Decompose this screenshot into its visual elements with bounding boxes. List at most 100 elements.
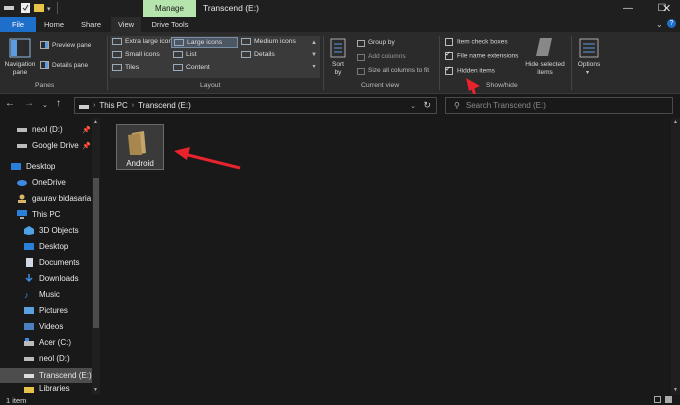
small-icons-icon <box>112 51 122 58</box>
sidebar-item-desktop[interactable]: Desktop <box>0 239 92 254</box>
scroll-down-icon[interactable]: ▼ <box>93 387 98 393</box>
options-dropdown-icon[interactable]: ▾ <box>586 69 589 76</box>
layout-large-icons[interactable]: Large icons <box>171 37 238 48</box>
tab-drive-tools[interactable]: Drive Tools <box>146 17 194 32</box>
sort-by-button-line2[interactable]: by <box>328 69 348 76</box>
address-bar[interactable]: › This PC › Transcend (E:) ⌄ ↻ <box>74 97 437 114</box>
hide-selected-icon <box>536 36 554 58</box>
sidebar-item-3d-objects[interactable]: 3D Objects <box>0 223 92 238</box>
manage-tab[interactable]: Manage <box>143 0 196 17</box>
sidebar-item-documents[interactable]: Documents <box>0 255 92 270</box>
size-all-columns-button[interactable]: Size all columns to fit <box>368 67 429 74</box>
close-button[interactable]: ✕ <box>662 2 671 15</box>
layout-scroll-arrows[interactable]: ▲ ▼ ▾ <box>309 37 319 77</box>
pin-icon[interactable]: 📌 <box>82 142 91 150</box>
navigation-pane-button-line2[interactable]: pane <box>2 69 38 76</box>
refresh-icon[interactable]: ↻ <box>423 100 431 111</box>
layout-label: Large icons <box>187 39 223 46</box>
layout-tiles[interactable]: Tiles <box>112 64 139 71</box>
minimize-button[interactable]: — <box>611 0 645 17</box>
layout-label: Details <box>254 51 275 58</box>
sort-by-icon <box>330 38 346 58</box>
content-scrollbar[interactable] <box>671 118 680 395</box>
layout-group-label: Layout <box>200 82 221 89</box>
large-icons-view-icon[interactable] <box>665 396 672 403</box>
add-columns-button[interactable]: Add columns <box>368 53 406 60</box>
sidebar-item-videos[interactable]: Videos <box>0 319 92 334</box>
item-count: 1 item <box>6 396 27 405</box>
sidebar-item-onedrive[interactable]: OneDrive <box>0 175 92 190</box>
sidebar-item-neol-d-2[interactable]: neol (D:) <box>0 351 92 366</box>
file-name-extensions-label: File name extensions <box>457 52 519 60</box>
sidebar-item-neol-d[interactable]: neol (D:) 📌 <box>0 122 92 137</box>
recent-locations-icon[interactable]: ⌄ <box>42 101 48 109</box>
tiles-icon <box>112 64 122 71</box>
tab-share[interactable]: Share <box>76 17 106 32</box>
sidebar-item-user[interactable]: gaurav bidasaria <box>0 191 92 206</box>
file-name-extensions-toggle[interactable]: File name extensions <box>445 50 519 60</box>
sort-by-button[interactable]: Sort <box>328 61 348 68</box>
layout-medium-icons[interactable]: Medium icons <box>241 38 296 45</box>
window-title: Transcend (E:) <box>203 3 259 13</box>
search-input[interactable]: ⚲ Search Transcend (E:) <box>445 97 673 114</box>
options-button[interactable]: Options <box>573 61 605 68</box>
scroll-up-icon[interactable]: ▲ <box>93 119 98 125</box>
sidebar-item-label: Acer (C:) <box>39 338 71 347</box>
sidebar-scroll-thumb[interactable] <box>93 178 99 328</box>
checkbox-checked-icon[interactable] <box>445 50 453 60</box>
up-icon[interactable]: ↑ <box>56 98 61 109</box>
drive-icon <box>17 125 27 134</box>
back-icon[interactable]: ← <box>5 98 15 109</box>
layout-details[interactable]: Details <box>241 51 275 58</box>
layout-extra-large-icons[interactable]: Extra large icons <box>112 38 176 45</box>
ribbon-collapse-icon[interactable]: ⌄ <box>656 20 663 29</box>
layout-label: Medium icons <box>254 38 296 45</box>
folder-icon <box>128 131 152 155</box>
scroll-up-icon[interactable]: ▲ <box>673 119 678 125</box>
hide-selected-button-line2[interactable]: items <box>522 69 568 76</box>
breadcrumb-transcend[interactable]: Transcend (E:) <box>138 101 191 110</box>
help-icon[interactable]: ? <box>667 19 676 28</box>
drive-icon <box>24 354 34 363</box>
sidebar-item-label: OneDrive <box>32 178 66 187</box>
breadcrumb-this-pc[interactable]: This PC <box>99 101 127 110</box>
hide-selected-button[interactable]: Hide selected <box>522 61 568 68</box>
sidebar-item-desktop-root[interactable]: Desktop <box>0 159 92 174</box>
sidebar-item-acer-c[interactable]: Acer (C:) <box>0 335 92 350</box>
sidebar-item-label: This PC <box>32 210 61 219</box>
group-by-button[interactable]: Group by <box>368 39 395 46</box>
details-pane-button[interactable]: Details pane <box>52 62 88 69</box>
sidebar-item-transcend-e[interactable]: Transcend (E:) <box>0 368 92 383</box>
properties-icon[interactable] <box>21 3 30 13</box>
address-dropdown-icon[interactable]: ⌄ <box>410 102 416 110</box>
sidebar-item-libraries[interactable]: Libraries <box>0 384 92 395</box>
item-check-boxes-toggle[interactable]: Item check boxes <box>445 38 508 46</box>
sidebar-item-downloads[interactable]: Downloads <box>0 271 92 286</box>
layout-content[interactable]: Content <box>173 64 210 71</box>
pin-icon[interactable]: 📌 <box>82 126 91 134</box>
breadcrumb-chevron-icon[interactable]: › <box>93 102 95 109</box>
desktop-icon <box>24 242 34 251</box>
tab-view[interactable]: View <box>111 17 141 32</box>
scroll-down-icon[interactable]: ▼ <box>673 387 678 393</box>
preview-pane-button[interactable]: Preview pane <box>52 42 91 49</box>
sidebar-item-google-drive[interactable]: Google Drive 📌 <box>0 138 92 153</box>
ribbon-separator <box>571 36 572 90</box>
breadcrumb-chevron-icon[interactable]: › <box>132 102 134 109</box>
forward-icon[interactable]: → <box>24 98 34 109</box>
layout-list[interactable]: List <box>173 51 197 58</box>
sidebar-item-this-pc[interactable]: This PC <box>0 207 92 222</box>
video-icon <box>24 322 34 331</box>
quick-access-dropdown-icon[interactable]: ▾ <box>47 5 51 13</box>
new-folder-icon[interactable] <box>34 3 44 12</box>
details-view-icon[interactable] <box>654 396 661 403</box>
checkbox-icon[interactable] <box>445 38 453 46</box>
checkbox-checked-icon[interactable] <box>445 65 453 75</box>
sidebar-item-pictures[interactable]: Pictures <box>0 303 92 318</box>
navigation-pane-button[interactable]: Navigation <box>2 61 38 68</box>
tab-file[interactable]: File <box>0 17 36 32</box>
layout-small-icons[interactable]: Small icons <box>112 51 160 58</box>
sidebar-item-music[interactable]: ♪ Music <box>0 287 92 302</box>
tab-home[interactable]: Home <box>39 17 69 32</box>
user-icon <box>17 194 27 203</box>
